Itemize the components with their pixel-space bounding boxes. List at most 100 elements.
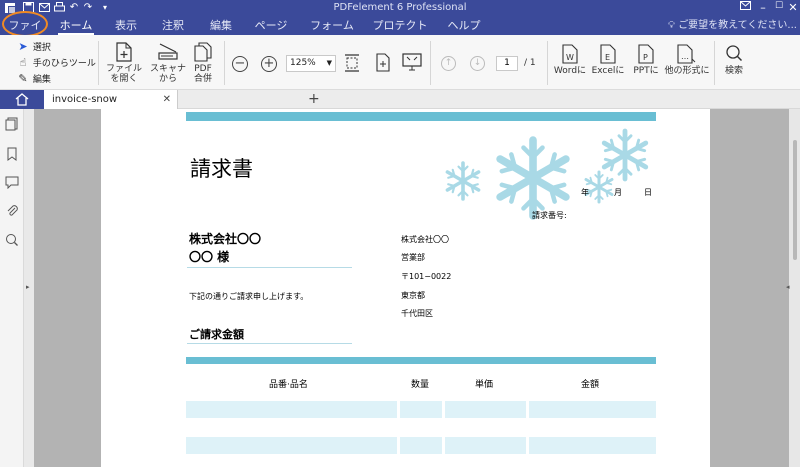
thumbnails-icon[interactable] xyxy=(5,116,19,131)
document-tab-strip: invoice-snow ✕ + xyxy=(0,90,800,109)
home-icon xyxy=(15,93,29,106)
zoom-select[interactable]: 125% ▼ xyxy=(286,55,336,72)
search-icon xyxy=(726,45,743,62)
customer-name: 〇〇 様 xyxy=(189,250,230,264)
word-file-icon: W xyxy=(562,44,578,64)
scan-label-1: スキャナ xyxy=(149,64,186,74)
sender-postal: 〒101−0022 xyxy=(401,272,452,281)
page-number-input[interactable]: 1 xyxy=(496,56,518,71)
close-tab-icon[interactable]: ✕ xyxy=(163,90,171,109)
table-cell xyxy=(186,437,397,454)
help-search-placeholder: ご要望を教えてください... xyxy=(678,20,797,31)
fullscreen-button[interactable] xyxy=(402,52,422,76)
select-tool[interactable]: ➤ 選択 xyxy=(16,40,51,54)
previous-page-button[interactable]: ↑ xyxy=(441,56,456,71)
tab-page[interactable]: ページ xyxy=(254,16,288,35)
amount-label: ご請求金額 xyxy=(189,328,244,341)
document-tab[interactable]: invoice-snow ✕ xyxy=(44,90,178,109)
divider xyxy=(430,41,431,85)
maximize-icon[interactable]: ☐ xyxy=(772,1,786,11)
svg-text:E: E xyxy=(605,53,610,62)
svg-text:W: W xyxy=(566,53,574,62)
fit-page-button[interactable] xyxy=(374,52,392,78)
zoom-value: 125% xyxy=(290,58,316,68)
mail-icon[interactable] xyxy=(738,1,752,14)
divider xyxy=(98,41,99,85)
new-tab-button[interactable]: + xyxy=(308,90,320,108)
tab-protect[interactable]: プロテクト xyxy=(372,16,428,35)
cursor-icon: ➤ xyxy=(18,40,28,53)
open-file-icon xyxy=(116,42,132,62)
collapse-left-panel-icon[interactable]: ▸ xyxy=(26,283,30,291)
divider xyxy=(224,41,225,85)
table-cell xyxy=(445,401,526,418)
sender-department: 営業部 xyxy=(401,253,425,262)
other-format-icon: … xyxy=(677,44,696,64)
fit-height-button[interactable] xyxy=(343,52,361,78)
hand-tool[interactable]: ☝ 手のひらツール xyxy=(16,56,96,70)
minimize-icon[interactable]: – xyxy=(756,1,770,14)
sender-city: 東京都 xyxy=(401,291,425,300)
edit-tool[interactable]: ✎ 編集 xyxy=(16,72,51,86)
collapse-right-panel-icon[interactable]: ◂ xyxy=(786,283,790,291)
divider xyxy=(714,41,715,85)
convert-to-word-button[interactable]: W Wordに xyxy=(552,44,588,76)
date-month: 月 xyxy=(614,188,622,197)
table-cell xyxy=(400,401,442,418)
search-panel-icon[interactable] xyxy=(5,232,19,246)
left-panel xyxy=(0,109,24,467)
combine-pdf-button[interactable]: PDF 合併 xyxy=(186,42,220,84)
fit-page-icon xyxy=(376,53,390,72)
title-bar: ↶ ↷ ▾ PDFelement 6 Professional – ☐ ✕ ファ… xyxy=(0,0,800,51)
zoom-out-button[interactable]: − xyxy=(232,56,248,72)
open-file-label-1: ファイル xyxy=(105,64,142,74)
invoice-page: 請求書 年 月 日 請求番号: 株式会社〇〇 〇〇 様 下記の通りご請求申し上げ… xyxy=(101,109,710,467)
attachment-icon[interactable] xyxy=(5,203,19,217)
search-button[interactable]: 検索 xyxy=(719,44,749,76)
tab-form[interactable]: フォーム xyxy=(310,16,354,35)
zoom-in-button[interactable]: + xyxy=(261,56,277,72)
app-title: PDFelement 6 Professional xyxy=(333,2,467,13)
table-header-amount: 金額 xyxy=(581,380,600,390)
tab-help[interactable]: ヘルプ xyxy=(446,16,482,35)
convert-to-other-button[interactable]: … 他の形式に xyxy=(664,44,710,76)
table-cell xyxy=(529,437,656,454)
table-header-item: 品番·品名 xyxy=(269,380,308,390)
bookmark-icon[interactable] xyxy=(5,146,19,161)
comment-icon[interactable] xyxy=(5,174,19,190)
to-word-label: Wordに xyxy=(553,66,587,76)
combine-pdf-icon xyxy=(194,42,212,62)
combine-pdf-label-1: PDF xyxy=(194,64,212,74)
to-other-label: 他の形式に xyxy=(664,66,710,76)
next-page-button[interactable]: ↓ xyxy=(470,56,485,71)
customer-company: 株式会社〇〇 xyxy=(189,232,262,246)
table-cell xyxy=(445,437,526,454)
date-day: 日 xyxy=(644,188,652,197)
hand-icon: ☝ xyxy=(19,56,27,69)
combine-pdf-label-2: 合併 xyxy=(193,74,212,84)
table-cell xyxy=(186,401,397,418)
tab-home[interactable]: ホーム xyxy=(58,16,94,35)
convert-to-excel-button[interactable]: E Excelに xyxy=(589,44,627,76)
tab-view[interactable]: 表示 xyxy=(111,16,141,35)
tab-edit[interactable]: 編集 xyxy=(206,16,236,35)
open-file-button[interactable]: ファイル を開く xyxy=(104,42,144,84)
edit-icon: ✎ xyxy=(18,72,28,85)
help-search[interactable]: 💡︎ ご要望を教えてください... xyxy=(668,16,797,35)
date-year: 年 xyxy=(581,188,589,197)
edit-tool-label: 編集 xyxy=(32,75,51,85)
snowflake-decoration xyxy=(445,123,669,243)
convert-to-ppt-button[interactable]: P PPTに xyxy=(629,44,663,76)
fullscreen-icon xyxy=(402,53,422,71)
scrollbar-thumb[interactable] xyxy=(793,140,797,260)
home-tab[interactable] xyxy=(0,90,44,109)
scan-button[interactable]: スキャナ から xyxy=(148,42,188,84)
excel-file-icon: E xyxy=(600,44,616,64)
close-icon[interactable]: ✕ xyxy=(786,1,800,14)
tab-comment[interactable]: 注釈 xyxy=(158,16,188,35)
lightbulb-icon: 💡︎ xyxy=(668,20,675,31)
to-excel-label: Excelに xyxy=(591,66,625,76)
table-header-unit-price: 単価 xyxy=(475,380,494,390)
chevron-down-icon: ▼ xyxy=(326,59,332,67)
document-tab-title: invoice-snow xyxy=(52,94,118,105)
